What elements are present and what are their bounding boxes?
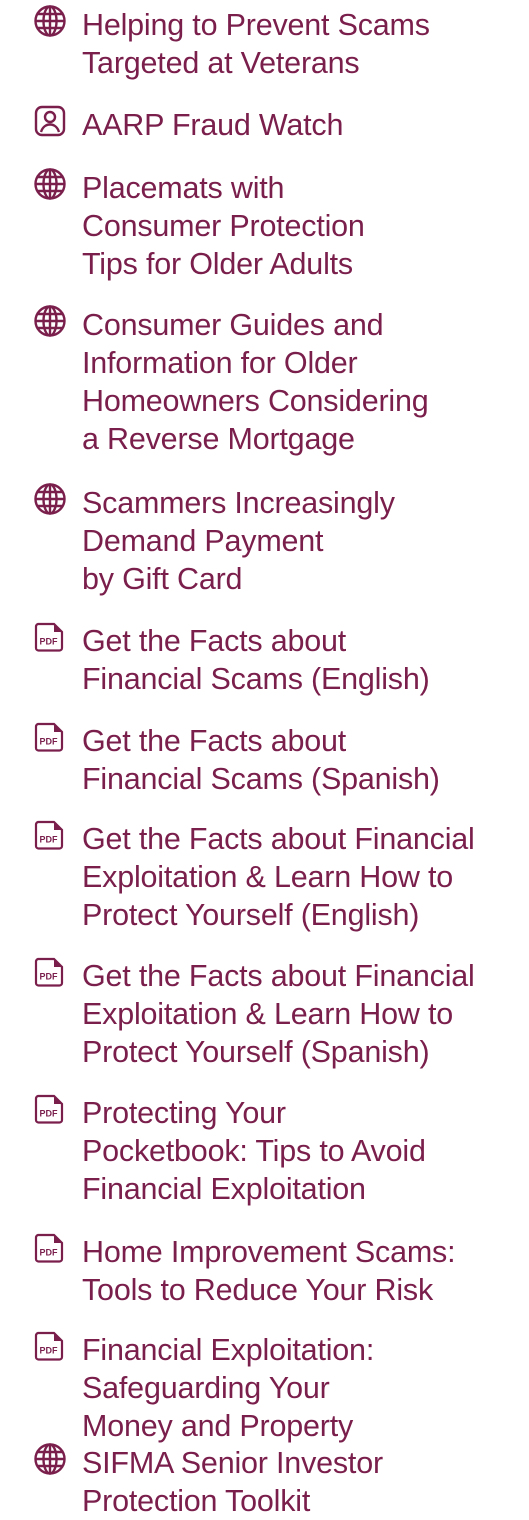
resource-label: Get the Facts about Financial Scams (Spa…	[82, 724, 440, 796]
resource-label: Financial Exploitation: Safeguarding You…	[82, 1333, 375, 1443]
resource-label: Helping to Prevent Scams Targeted at Vet…	[82, 8, 430, 80]
resource-link-financial-exploitation-english[interactable]: PDF Get the Facts about Financial Exploi…	[32, 820, 502, 934]
resource-list: Helping to Prevent Scams Targeted at Vet…	[0, 0, 529, 1520]
pdf-icon: PDF	[32, 1091, 68, 1127]
svg-text:PDF: PDF	[40, 637, 59, 647]
resource-link-reverse-mortgage-guides[interactable]: Consumer Guides and Information for Olde…	[32, 303, 502, 458]
resource-link-facts-financial-scams-spanish[interactable]: PDF Get the Facts about Financial Scams …	[32, 722, 502, 798]
svg-text:PDF: PDF	[40, 835, 59, 845]
resource-label: Get the Facts about Financial Exploitati…	[82, 959, 475, 1069]
resource-label: Scammers Increasingly Demand Payment by …	[82, 486, 395, 596]
globe-icon	[32, 1441, 68, 1477]
resource-link-gift-card-scams[interactable]: Scammers Increasingly Demand Payment by …	[32, 481, 502, 598]
svg-text:PDF: PDF	[40, 972, 59, 982]
globe-icon	[32, 166, 68, 202]
person-icon	[32, 103, 68, 139]
resource-label: SIFMA Senior Investor Protection Toolkit	[82, 1446, 383, 1518]
resource-link-placemats[interactable]: Placemats with Consumer Protection Tips …	[32, 166, 502, 283]
pdf-icon: PDF	[32, 817, 68, 853]
resource-label: Protecting Your Pocketbook: Tips to Avoi…	[82, 1096, 426, 1206]
resource-link-sifma-toolkit[interactable]: SIFMA Senior Investor Protection Toolkit	[32, 1441, 502, 1520]
svg-text:PDF: PDF	[40, 737, 59, 747]
resource-link-financial-exploitation-spanish[interactable]: PDF Get the Facts about Financial Exploi…	[32, 957, 502, 1071]
globe-icon	[32, 303, 68, 339]
globe-icon	[32, 3, 68, 39]
globe-icon	[32, 481, 68, 517]
resource-label: Get the Facts about Financial Exploitati…	[82, 822, 475, 932]
pdf-icon: PDF	[32, 719, 68, 755]
resource-link-safeguarding-money[interactable]: PDF Financial Exploitation: Safeguarding…	[32, 1331, 502, 1445]
svg-text:PDF: PDF	[40, 1109, 59, 1119]
resource-link-home-improvement-scams[interactable]: PDF Home Improvement Scams: Tools to Red…	[32, 1233, 502, 1309]
resource-link-aarp-fraud-watch[interactable]: AARP Fraud Watch	[32, 103, 502, 144]
pdf-icon: PDF	[32, 619, 68, 655]
svg-text:PDF: PDF	[40, 1248, 59, 1258]
resource-label: Home Improvement Scams: Tools to Reduce …	[82, 1235, 456, 1307]
resource-label: Consumer Guides and Information for Olde…	[82, 308, 429, 456]
pdf-icon: PDF	[32, 954, 68, 990]
resource-link-protecting-pocketbook[interactable]: PDF Protecting Your Pocketbook: Tips to …	[32, 1094, 502, 1208]
resource-link-veteran-scams[interactable]: Helping to Prevent Scams Targeted at Vet…	[32, 3, 502, 82]
pdf-icon: PDF	[32, 1230, 68, 1266]
svg-text:PDF: PDF	[40, 1346, 59, 1356]
resource-label: AARP Fraud Watch	[82, 108, 344, 142]
pdf-icon: PDF	[32, 1328, 68, 1364]
resource-link-facts-financial-scams-english[interactable]: PDF Get the Facts about Financial Scams …	[32, 622, 502, 698]
resource-label: Get the Facts about Financial Scams (Eng…	[82, 624, 430, 696]
resource-label: Placemats with Consumer Protection Tips …	[82, 171, 365, 281]
